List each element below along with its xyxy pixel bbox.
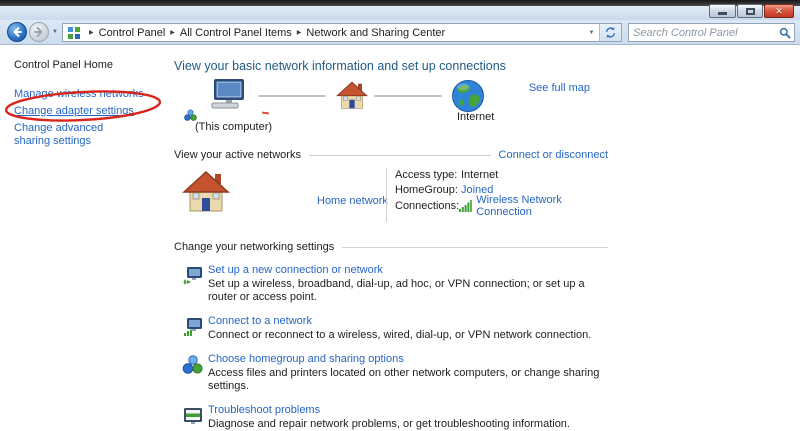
close-icon: ✕ bbox=[775, 6, 783, 17]
refresh-icon bbox=[604, 26, 617, 39]
forward-arrow-icon bbox=[33, 26, 45, 38]
connect-network-icon bbox=[174, 315, 208, 342]
breadcrumb-all-items[interactable]: All Control Panel Items bbox=[180, 27, 292, 39]
list-item-homegroup-options: Choose homegroup and sharing options Acc… bbox=[174, 353, 608, 393]
homegroup-options-link[interactable]: Choose homegroup and sharing options bbox=[208, 353, 404, 365]
search-icon[interactable] bbox=[779, 27, 791, 39]
sidebar-item-control-panel-home[interactable]: Control Panel Home bbox=[14, 59, 158, 71]
map-connector-line bbox=[258, 95, 326, 97]
internet-globe-icon[interactable] bbox=[451, 79, 485, 113]
search-box[interactable] bbox=[628, 23, 795, 42]
connect-network-link[interactable]: Connect to a network bbox=[208, 315, 312, 327]
setup-connection-link[interactable]: Set up a new connection or network bbox=[208, 264, 383, 276]
setup-connection-desc: Set up a wireless, broadband, dial-up, a… bbox=[208, 278, 608, 304]
homegroup-label: HomeGroup: bbox=[395, 184, 461, 196]
troubleshoot-desc: Diagnose and repair network problems, or… bbox=[208, 418, 570, 431]
maximize-icon bbox=[746, 8, 755, 15]
home-network-icon[interactable] bbox=[182, 169, 230, 213]
address-bar[interactable]: ▶ Control Panel ▶ All Control Panel Item… bbox=[62, 23, 622, 42]
network-sharing-center-window: ✕ ▼ ▶ Control Panel ▶ All Control Panel … bbox=[0, 0, 800, 407]
navigation-bar: ▼ ▶ Control Panel ▶ All Control Panel It… bbox=[0, 20, 800, 45]
list-item-setup-connection: Set up a new connection or network Set u… bbox=[174, 264, 608, 304]
window-content: Control Panel Home Manage wireless netwo… bbox=[0, 45, 800, 406]
sidebar: Control Panel Home Manage wireless netwo… bbox=[0, 45, 158, 406]
troubleshoot-icon bbox=[174, 404, 208, 431]
minimize-button[interactable] bbox=[709, 4, 736, 18]
troubleshoot-link[interactable]: Troubleshoot problems bbox=[208, 404, 320, 416]
breadcrumb-separator-icon: ▶ bbox=[297, 29, 302, 36]
refresh-button[interactable] bbox=[599, 24, 621, 41]
breadcrumb-control-panel[interactable]: Control Panel bbox=[99, 27, 166, 39]
see-full-map-link[interactable]: See full map bbox=[529, 82, 590, 94]
this-computer-label: (This computer) bbox=[195, 121, 272, 133]
list-item-troubleshoot: Troubleshoot problems Diagnose and repai… bbox=[174, 404, 608, 431]
caption-buttons: ✕ bbox=[708, 4, 794, 18]
breadcrumb-separator-icon: ▶ bbox=[170, 29, 175, 36]
map-connector-line bbox=[374, 95, 442, 97]
computer-icon[interactable] bbox=[210, 78, 250, 110]
homegroup-options-desc: Access files and printers located on oth… bbox=[208, 367, 608, 393]
home-network-icon[interactable] bbox=[336, 80, 368, 110]
active-network-row: Home network Access type: Internet HomeG… bbox=[174, 165, 608, 229]
divider bbox=[386, 168, 387, 222]
active-networks-header: View your active networks Connect or dis… bbox=[174, 149, 608, 161]
network-map: See full map (This computer) Internet bbox=[174, 76, 590, 146]
back-arrow-icon bbox=[11, 26, 23, 38]
breadcrumb-network-sharing[interactable]: Network and Sharing Center bbox=[306, 27, 445, 39]
access-type-label: Access type: bbox=[395, 169, 461, 181]
minimize-icon bbox=[718, 12, 727, 15]
connections-label: Connections: bbox=[395, 200, 459, 212]
settings-header: Change your networking settings bbox=[174, 241, 608, 253]
sidebar-item-change-adapter-settings[interactable]: Change adapter settings bbox=[14, 105, 158, 118]
list-item-connect-network: Connect to a network Connect or reconnec… bbox=[174, 315, 608, 342]
breadcrumb-separator-icon: ▶ bbox=[89, 29, 94, 36]
access-type-value: Internet bbox=[461, 169, 498, 181]
active-networks-title: View your active networks bbox=[174, 149, 301, 161]
divider bbox=[309, 155, 491, 156]
settings-title: Change your networking settings bbox=[174, 241, 334, 253]
internet-label: Internet bbox=[457, 111, 494, 123]
titlebar bbox=[0, 6, 800, 20]
network-details: Access type: Internet HomeGroup: Joined … bbox=[395, 167, 608, 214]
wireless-connection-link[interactable]: Wireless Network Connection bbox=[476, 194, 608, 218]
new-connection-icon bbox=[174, 264, 208, 304]
networking-settings-section: Change your networking settings bbox=[174, 241, 608, 431]
sidebar-item-manage-wireless[interactable]: Manage wireless networks bbox=[14, 88, 158, 101]
connect-network-desc: Connect or reconnect to a wireless, wire… bbox=[208, 329, 591, 342]
connect-disconnect-link[interactable]: Connect or disconnect bbox=[499, 149, 608, 161]
control-panel-icon bbox=[67, 26, 81, 40]
maximize-button[interactable] bbox=[737, 4, 763, 18]
sidebar-item-advanced-sharing[interactable]: Change advanced sharing settings bbox=[14, 122, 132, 148]
divider bbox=[342, 247, 608, 248]
forward-button[interactable] bbox=[29, 22, 49, 42]
address-dropdown-caret-icon[interactable]: ▼ bbox=[584, 30, 599, 36]
home-network-link[interactable]: Home network bbox=[317, 195, 388, 207]
close-button[interactable]: ✕ bbox=[764, 4, 794, 18]
homegroup-icon bbox=[174, 353, 208, 393]
page-title: View your basic network information and … bbox=[174, 59, 608, 73]
search-input[interactable] bbox=[629, 27, 779, 39]
recent-pages-caret-icon[interactable]: ▼ bbox=[52, 29, 58, 35]
back-button[interactable] bbox=[7, 22, 27, 42]
wireless-signal-icon bbox=[459, 200, 472, 212]
main-pane: View your basic network information and … bbox=[158, 45, 608, 406]
